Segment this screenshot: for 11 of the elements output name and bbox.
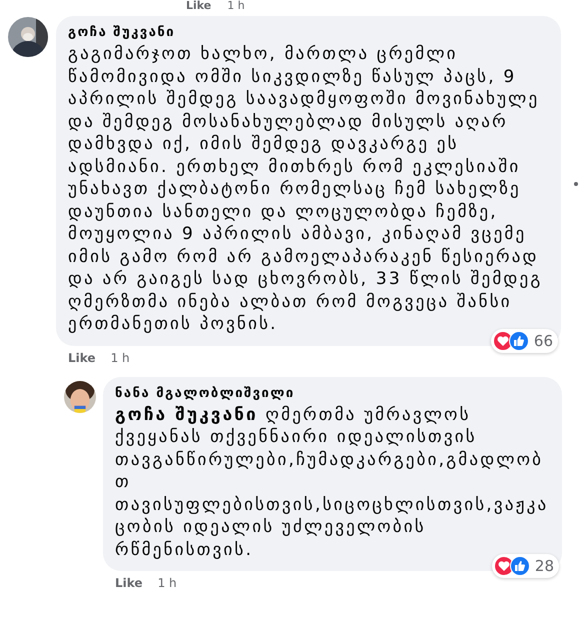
more-dot-icon[interactable] bbox=[574, 182, 578, 186]
reaction-summary[interactable]: 66 bbox=[490, 328, 558, 352]
author-name[interactable]: გოჩა შუკვანი bbox=[68, 24, 551, 41]
comment-time[interactable]: 1 h bbox=[158, 576, 177, 590]
comment-time[interactable]: 1 h bbox=[110, 350, 130, 364]
reaction-summary[interactable]: 28 bbox=[492, 554, 559, 578]
like-link[interactable]: Like bbox=[115, 576, 143, 590]
like-link[interactable]: Like bbox=[186, 0, 212, 12]
author-name[interactable]: ნანა მგალობლიშვილი bbox=[115, 384, 552, 402]
comment-time[interactable]: 1 h bbox=[227, 0, 245, 12]
like-link[interactable]: Like bbox=[68, 350, 96, 364]
